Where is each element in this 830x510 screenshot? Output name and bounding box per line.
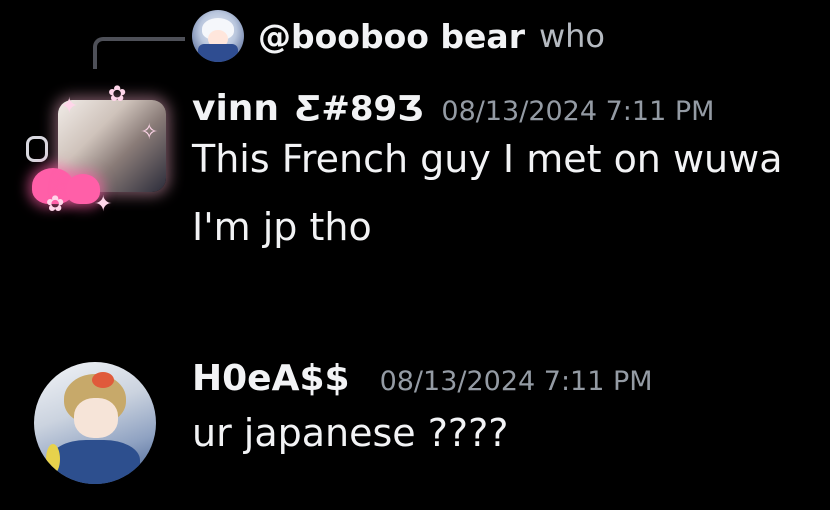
user-tag[interactable]: Ƹ#89Ʒ [295,89,423,129]
sparkle-icon: ✦ [94,192,113,217]
reply-text[interactable]: who [539,17,605,55]
reply-connector-line [93,37,185,69]
timestamp: 08/13/2024 7:11 PM [379,366,653,397]
sparkle-icon: ✿ [108,82,127,107]
avatar-hoeass[interactable] [34,362,156,484]
reply-avatar[interactable] [192,10,244,62]
reply-preview[interactable]: @booboo bear who [192,8,605,64]
sparkle-icon: ✦ [60,94,79,119]
username[interactable]: H0eA$$ [192,358,350,399]
ring-icon [26,136,48,162]
sparkle-icon: ✿ [46,192,65,217]
message-hoeass: H0eA$$ 08/13/2024 7:11 PM ur japanese ??… [192,358,812,455]
avatar-vinn[interactable]: ✿ ✦ ✧ ✿ ✦ [24,82,168,226]
message-text: ur japanese ???? [192,411,509,455]
message-text: This French guy I met on wuwa [192,137,783,181]
timestamp: 08/13/2024 7:11 PM [441,96,715,127]
message-header: H0eA$$ 08/13/2024 7:11 PM [192,358,812,399]
message-text: I'm jp tho [192,205,372,249]
reply-username[interactable]: @booboo bear [258,17,525,56]
sparkle-icon: ✧ [140,120,159,145]
message-vinn: vinn Ƹ#89Ʒ 08/13/2024 7:11 PM This Frenc… [192,88,812,249]
username[interactable]: vinn [192,88,279,129]
message-header: vinn Ƹ#89Ʒ 08/13/2024 7:11 PM [192,88,812,129]
